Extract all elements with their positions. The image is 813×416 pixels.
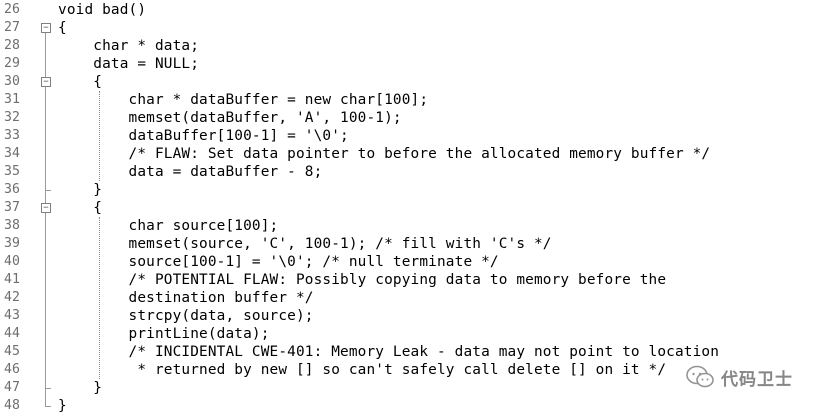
line-number: 27 xyxy=(4,20,20,35)
code-text[interactable]: dataBuffer[100-1] = '\0'; xyxy=(58,127,349,145)
code-line[interactable]: 39 memset(source, 'C', 100-1); /* fill w… xyxy=(0,235,813,253)
line-number: 31 xyxy=(4,92,20,107)
code-line[interactable]: 41 /* POTENTIAL FLAW: Possibly copying d… xyxy=(0,271,813,289)
code-text[interactable]: memset(source, 'C', 100-1); /* fill with… xyxy=(58,235,552,253)
line-number: 30 xyxy=(4,74,20,89)
line-number: 38 xyxy=(4,218,20,233)
line-number: 32 xyxy=(4,110,20,125)
code-line[interactable]: 27 { xyxy=(0,19,813,37)
indent-guide xyxy=(99,217,100,379)
line-number: 41 xyxy=(4,272,20,287)
code-text[interactable]: * returned by new [] so can't safely cal… xyxy=(58,361,666,379)
line-number: 39 xyxy=(4,236,20,251)
line-number: 45 xyxy=(4,344,20,359)
line-number: 44 xyxy=(4,326,20,341)
fold-end-marker xyxy=(45,388,51,389)
code-line[interactable]: 38 char source[100]; xyxy=(0,217,813,235)
code-line[interactable]: 42 destination buffer */ xyxy=(0,289,813,307)
code-text[interactable]: } xyxy=(58,181,102,199)
line-number: 26 xyxy=(4,2,20,17)
code-editor[interactable]: 26 void bad() 27{28 char * data; 29 data = … xyxy=(0,0,813,416)
fold-toggle-icon[interactable]: − xyxy=(41,77,51,87)
watermark: 代码卫士 xyxy=(685,362,793,392)
code-text[interactable]: printLine(data); xyxy=(58,325,270,343)
code-text[interactable]: data = dataBuffer - 8; xyxy=(58,163,323,181)
code-text[interactable]: strcpy(data, source); xyxy=(58,307,314,325)
line-number: 33 xyxy=(4,128,20,143)
fold-guide-line xyxy=(45,32,46,406)
code-text[interactable]: /* FLAW: Set data pointer to before the … xyxy=(58,145,711,163)
fold-toggle-icon[interactable]: − xyxy=(41,23,51,33)
line-number: 47 xyxy=(4,380,20,395)
line-number: 29 xyxy=(4,56,20,71)
code-text[interactable]: char source[100]; xyxy=(58,217,279,235)
code-text[interactable]: { xyxy=(58,19,67,37)
code-text[interactable]: /* INCIDENTAL CWE-401: Memory Leak - dat… xyxy=(58,343,719,361)
code-text[interactable]: data = NULL; xyxy=(58,55,199,73)
line-number: 34 xyxy=(4,146,20,161)
code-line[interactable]: 26 void bad() xyxy=(0,1,813,19)
fold-end-marker xyxy=(45,190,51,191)
code-line[interactable]: 35 data = dataBuffer - 8; xyxy=(0,163,813,181)
line-number: 46 xyxy=(4,362,20,377)
watermark-text: 代码卫士 xyxy=(721,369,793,390)
line-number: 40 xyxy=(4,254,20,269)
wechat-icon xyxy=(686,365,714,388)
line-number: 42 xyxy=(4,290,20,305)
code-line[interactable]: 43 strcpy(data, source); xyxy=(0,307,813,325)
line-number: 36 xyxy=(4,182,20,197)
line-number: 28 xyxy=(4,38,20,53)
code-line[interactable]: 28 char * data; xyxy=(0,37,813,55)
code-line[interactable]: 45 /* INCIDENTAL CWE-401: Memory Leak - … xyxy=(0,343,813,361)
code-line[interactable]: 32 memset(dataBuffer, 'A', 100-1); xyxy=(0,109,813,127)
fold-end-marker xyxy=(45,406,51,407)
line-number: 37 xyxy=(4,200,20,215)
code-line[interactable]: 40 source[100-1] = '\0'; /* null termina… xyxy=(0,253,813,271)
line-number: 35 xyxy=(4,164,20,179)
code-line[interactable]: 30 { xyxy=(0,73,813,91)
code-line[interactable]: 33 dataBuffer[100-1] = '\0'; xyxy=(0,127,813,145)
code-line[interactable]: 48} xyxy=(0,397,813,415)
code-line[interactable]: 34 /* FLAW: Set data pointer to before t… xyxy=(0,145,813,163)
code-line[interactable]: 44 printLine(data); xyxy=(0,325,813,343)
code-text[interactable]: destination buffer */ xyxy=(58,289,314,307)
code-line[interactable]: 37 { xyxy=(0,199,813,217)
line-number: 43 xyxy=(4,308,20,323)
code-line[interactable]: 31 char * dataBuffer = new char[100]; xyxy=(0,91,813,109)
code-text[interactable]: { xyxy=(58,199,102,217)
fold-toggle-icon[interactable]: − xyxy=(41,203,51,213)
code-text[interactable]: memset(dataBuffer, 'A', 100-1); xyxy=(58,109,402,127)
code-text[interactable]: char * data; xyxy=(58,37,199,55)
code-line[interactable]: 29 data = NULL; xyxy=(0,55,813,73)
code-text[interactable]: } xyxy=(58,397,67,415)
code-text[interactable]: } xyxy=(58,379,102,397)
code-text[interactable]: { xyxy=(58,73,102,91)
code-line[interactable]: 36 } xyxy=(0,181,813,199)
indent-guide xyxy=(99,91,100,181)
line-number: 48 xyxy=(4,398,20,413)
code-text[interactable]: /* POTENTIAL FLAW: Possibly copying data… xyxy=(58,271,667,289)
code-text[interactable]: void bad() xyxy=(58,1,146,19)
code-text[interactable]: source[100-1] = '\0'; /* null terminate … xyxy=(58,253,499,271)
code-text[interactable]: char * dataBuffer = new char[100]; xyxy=(58,91,429,109)
